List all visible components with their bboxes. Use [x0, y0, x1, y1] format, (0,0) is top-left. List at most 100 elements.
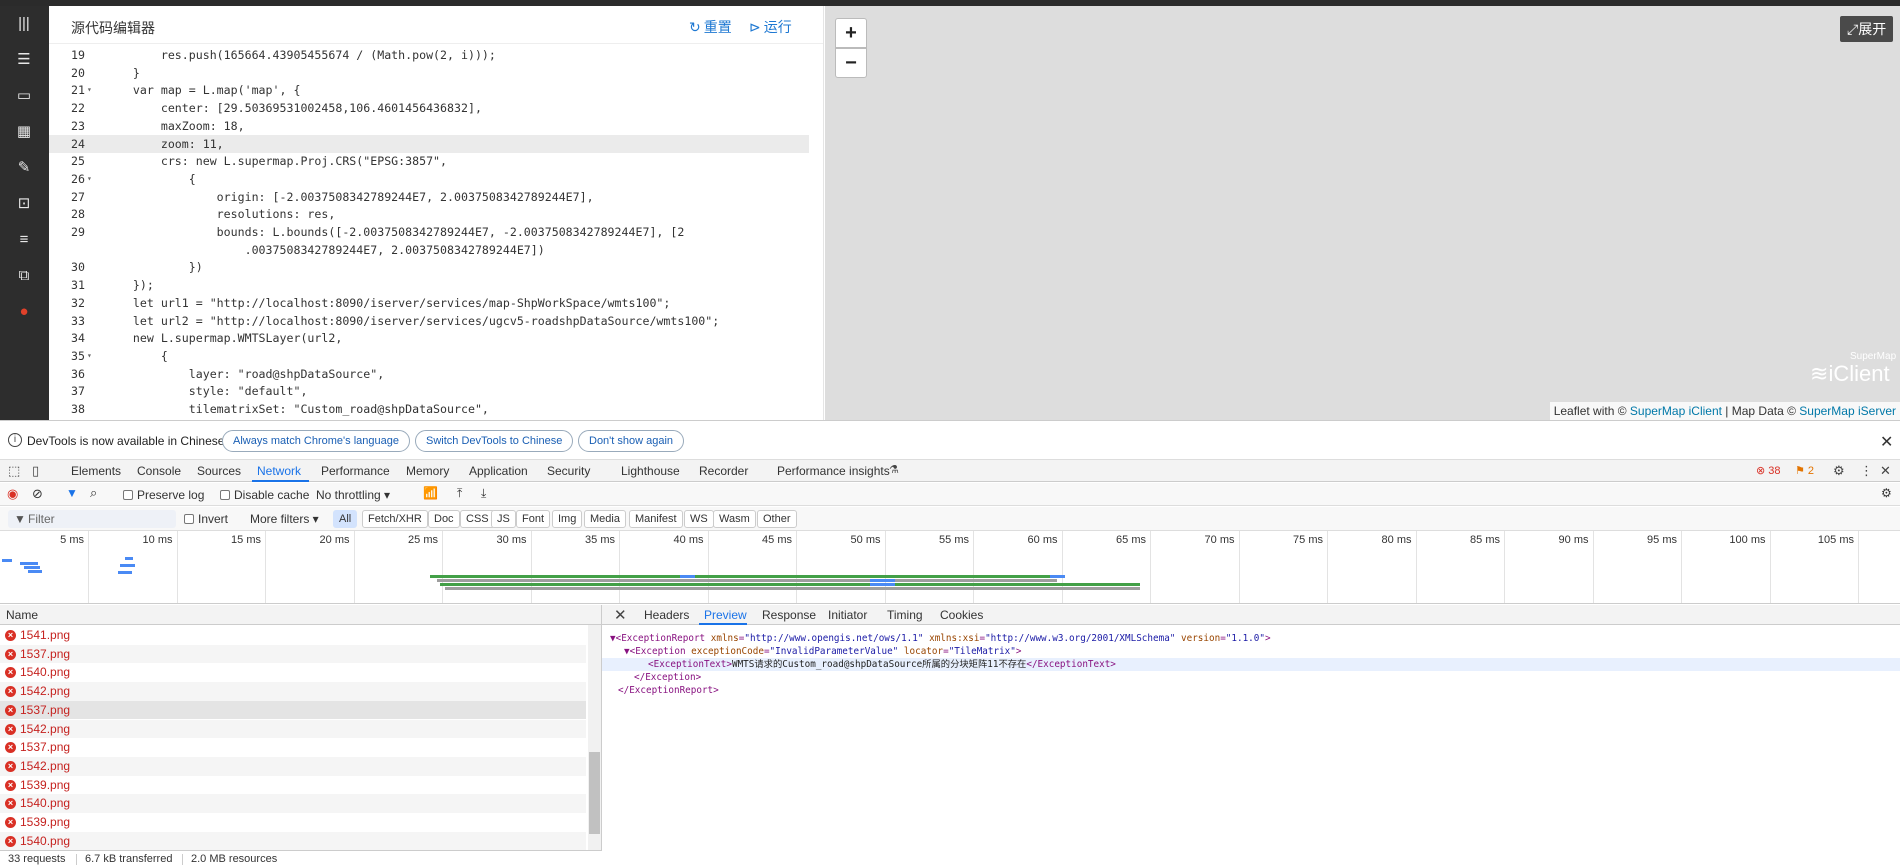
request-row[interactable]: × 1542.png	[0, 682, 586, 701]
tab-application[interactable]: Application	[469, 464, 528, 478]
tab-response[interactable]: Response	[762, 608, 816, 622]
code-area[interactable]: 19 res.push(165664.43905455674 / (Math.p…	[49, 46, 809, 420]
chip-wasm[interactable]: Wasm	[713, 510, 756, 528]
xml-line-exception-report[interactable]: ▼<ExceptionReport xmlns="http://www.open…	[602, 632, 1900, 645]
code-line[interactable]: 20 }	[49, 64, 809, 82]
code-line[interactable]: 19 res.push(165664.43905455674 / (Math.p…	[49, 46, 809, 64]
code-line[interactable]: 22 center: [29.50369531002458,106.460145…	[49, 99, 809, 117]
code-line[interactable]: 23 maxZoom: 18,	[49, 117, 809, 135]
tab-network[interactable]: Network	[257, 464, 301, 478]
always-match-language-button[interactable]: Always match Chrome's language	[222, 430, 410, 452]
map-view[interactable]: + − ⤢展开 SuperMap ≋iClient Leaflet with © …	[825, 6, 1900, 420]
chip-font[interactable]: Font	[516, 510, 551, 528]
code-line[interactable]: 32 let url1 = "http://localhost:8090/ise…	[49, 294, 809, 312]
sliders-icon[interactable]: ≡	[14, 230, 34, 250]
reset-button[interactable]: ↻ 重置	[689, 17, 732, 37]
request-row[interactable]: × 1540.png	[0, 831, 586, 851]
request-row[interactable]: × 1539.png	[0, 776, 586, 795]
import-har-icon[interactable]: ⤒	[457, 486, 462, 501]
filter-funnel-icon[interactable]: ▼	[66, 486, 78, 500]
tab-initiator[interactable]: Initiator	[828, 608, 867, 622]
request-row[interactable]: × 1537.png	[0, 644, 586, 664]
filter-input[interactable]: ▼ Filter	[8, 510, 176, 528]
code-line[interactable]: 29 bounds: L.bounds([-2.0037508342789244…	[49, 223, 809, 241]
code-line[interactable]: 28 resolutions: res,	[49, 205, 809, 223]
tab-timing[interactable]: Timing	[887, 608, 923, 622]
chip-doc[interactable]: Doc	[428, 510, 460, 528]
request-row[interactable]: × 1541.png	[0, 626, 586, 645]
monitor-icon[interactable]: ▭	[14, 86, 34, 106]
more-options-icon[interactable]: ⋮	[1860, 463, 1873, 479]
device-toolbar-icon[interactable]: ▯	[32, 463, 39, 479]
chip-all[interactable]: All	[333, 510, 358, 528]
code-line[interactable]: 36 layer: "road@shpDataSource",	[49, 365, 809, 383]
chip-other[interactable]: Other	[757, 510, 797, 528]
fold-arrow-icon[interactable]: ▾	[87, 170, 92, 188]
fold-arrow-icon[interactable]: ▾	[87, 81, 92, 99]
layers-icon[interactable]: ⧉	[14, 266, 34, 286]
inspect-element-icon[interactable]: ⬚	[8, 463, 20, 479]
tab-recorder[interactable]: Recorder	[699, 464, 748, 478]
close-devtools-icon[interactable]: ✕	[1880, 463, 1891, 479]
tab-preview[interactable]: Preview	[704, 608, 747, 622]
warning-count-badge[interactable]: ⚑ 2	[1795, 464, 1814, 477]
tab-performance[interactable]: Performance	[321, 464, 390, 478]
name-column-header[interactable]: Name	[0, 605, 601, 625]
request-row[interactable]: × 1539.png	[0, 813, 586, 832]
banner-close-icon[interactable]: ✕	[1880, 432, 1893, 452]
switch-to-chinese-button[interactable]: Switch DevTools to Chinese	[415, 430, 574, 452]
tab-cookies[interactable]: Cookies	[940, 608, 983, 622]
error-count-badge[interactable]: ⊗ 38	[1756, 464, 1781, 477]
close-details-icon[interactable]: ✕	[614, 606, 627, 624]
request-row[interactable]: × 1537.png	[0, 738, 586, 757]
tab-performance-insights[interactable]: Performance insights	[777, 464, 890, 478]
frame-icon[interactable]: ⊡	[14, 194, 34, 214]
chip-manifest[interactable]: Manifest	[629, 510, 683, 528]
clear-icon[interactable]: ⊘	[32, 486, 43, 502]
network-settings-icon[interactable]: ⚙	[1881, 486, 1892, 500]
invert-checkbox[interactable]: Invert	[184, 512, 228, 526]
throttling-select[interactable]: No throttling ▾	[316, 488, 390, 502]
code-line[interactable]: 37 style: "default",	[49, 382, 809, 400]
request-row[interactable]: × 1542.png	[0, 756, 586, 776]
chip-img[interactable]: Img	[552, 510, 583, 528]
zoom-in-button[interactable]: +	[835, 18, 867, 48]
tab-sources[interactable]: Sources	[197, 464, 241, 478]
code-line[interactable]: 25 crs: new L.supermap.Proj.CRS("EPSG:38…	[49, 152, 809, 170]
code-line[interactable]: 27 origin: [-2.0037508342789244E7, 2.003…	[49, 188, 809, 206]
code-line[interactable]: 30 })	[49, 258, 809, 276]
zoom-out-button[interactable]: −	[835, 48, 867, 78]
xml-line-exception[interactable]: ▼<Exception exceptionCode="InvalidParame…	[602, 645, 1900, 658]
xml-line-exception-text[interactable]: <ExceptionText>WMTS请求的Custom_road@shpDat…	[602, 658, 1900, 671]
network-conditions-icon[interactable]: 📶	[423, 486, 438, 500]
code-line[interactable]: .0037508342789244E7, 2.0037508342789244E…	[49, 241, 809, 259]
fold-arrow-icon[interactable]: ▾	[87, 347, 92, 365]
record-stop-icon[interactable]: ◉	[7, 486, 18, 502]
chip-ws[interactable]: WS	[684, 510, 714, 528]
chip-css[interactable]: CSS	[460, 510, 495, 528]
tab-headers[interactable]: Headers	[644, 608, 689, 622]
network-timeline-overview[interactable]: 5 ms 10 ms 15 ms 20 ms 25 ms 30 ms 35 ms 40 ms 4…	[0, 531, 1900, 604]
code-line[interactable]: 21 ▾ var map = L.map('map', {	[49, 81, 809, 99]
expand-button[interactable]: ⤢展开	[1840, 16, 1894, 42]
tab-elements[interactable]: Elements	[71, 464, 121, 478]
globe-icon[interactable]: ●	[14, 302, 34, 322]
request-row[interactable]: × 1540.png	[0, 663, 586, 682]
code-line[interactable]: 24 zoom: 11,	[49, 134, 809, 153]
list-icon[interactable]: ☰	[14, 50, 34, 70]
request-row[interactable]: × 1542.png	[0, 719, 586, 739]
search-icon[interactable]: ⌕	[90, 485, 97, 501]
attribution-link-iclient[interactable]: SuperMap iClient	[1630, 404, 1722, 418]
attribution-link-iserver[interactable]: SuperMap iServer	[1799, 404, 1896, 418]
tab-memory[interactable]: Memory	[406, 464, 449, 478]
menu-bars-icon[interactable]: |||	[14, 14, 34, 34]
code-line[interactable]: 33 let url2 = "http://localhost:8090/ise…	[49, 312, 809, 330]
pencil-icon[interactable]: ✎	[14, 158, 34, 178]
export-har-icon[interactable]: ⤓	[481, 486, 486, 501]
map-book-icon[interactable]: ▦	[14, 122, 34, 142]
chip-js[interactable]: JS	[491, 510, 516, 528]
request-list-scroll-thumb[interactable]	[589, 752, 600, 834]
code-line[interactable]: 35 ▾ {	[49, 347, 809, 365]
chip-media[interactable]: Media	[584, 510, 626, 528]
code-line[interactable]: 38 tilematrixSet: "Custom_road@shpDataSo…	[49, 400, 809, 418]
